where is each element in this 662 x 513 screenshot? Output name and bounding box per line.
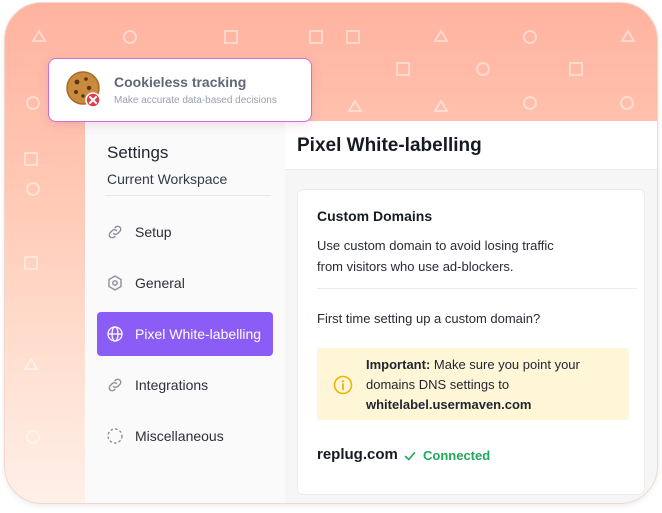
status-badge: Connected	[403, 448, 490, 463]
hexagon-gear-icon	[106, 274, 124, 292]
sidebar-item-pixel-white-labelling[interactable]: Pixel White-labelling	[97, 312, 273, 356]
card-title: Custom Domains	[317, 208, 433, 224]
cookieless-tracking-badge: Cookieless tracking Make accurate data-b…	[48, 58, 312, 122]
card-divider	[317, 288, 637, 289]
link-icon	[106, 376, 124, 394]
sidebar-item-label: Miscellaneous	[135, 428, 224, 444]
settings-sidebar: Settings Current Workspace Setup General	[85, 121, 285, 503]
sidebar-divider	[105, 195, 271, 196]
important-text: Important: Make sure you point your doma…	[366, 355, 621, 415]
sidebar-item-integrations[interactable]: Integrations	[97, 363, 273, 407]
sidebar-item-miscellaneous[interactable]: Miscellaneous	[97, 414, 273, 458]
badge-subtitle: Make accurate data-based decisions	[114, 95, 277, 106]
check-icon	[403, 449, 417, 463]
sidebar-item-label: Setup	[135, 224, 172, 240]
connected-domain: replug.com	[317, 446, 398, 463]
main-panel: Pixel White-labelling Custom Domains Use…	[285, 121, 657, 503]
important-notice: Important: Make sure you point your doma…	[317, 348, 629, 420]
first-time-prompt: First time setting up a custom domain?	[317, 311, 541, 326]
sidebar-item-setup[interactable]: Setup	[97, 210, 273, 254]
whitelabel-domain: whitelabel.usermaven.com	[366, 397, 532, 412]
sidebar-item-label: Integrations	[135, 377, 209, 393]
globe-icon	[106, 325, 124, 343]
status-label: Connected	[423, 448, 491, 463]
cookie-blocked-icon	[64, 69, 106, 111]
page-title: Pixel White-labelling	[297, 135, 482, 156]
card-description: Use custom domain to avoid losing traffi…	[317, 238, 554, 274]
important-label: Important:	[366, 357, 431, 372]
info-icon	[333, 375, 353, 395]
badge-title: Cookieless tracking	[114, 74, 247, 90]
workspace-label[interactable]: Current Workspace	[107, 171, 227, 187]
sidebar-title: Settings	[107, 143, 169, 162]
dashed-circle-icon	[106, 427, 124, 445]
sidebar-item-label: Pixel White-labelling	[135, 326, 262, 342]
link-icon	[106, 223, 124, 241]
sidebar-item-label: General	[135, 275, 185, 291]
sidebar-item-general[interactable]: General	[97, 261, 273, 305]
page-header: Pixel White-labelling	[285, 121, 657, 170]
custom-domains-card: Custom Domains Use custom domain to avoi…	[297, 189, 645, 495]
